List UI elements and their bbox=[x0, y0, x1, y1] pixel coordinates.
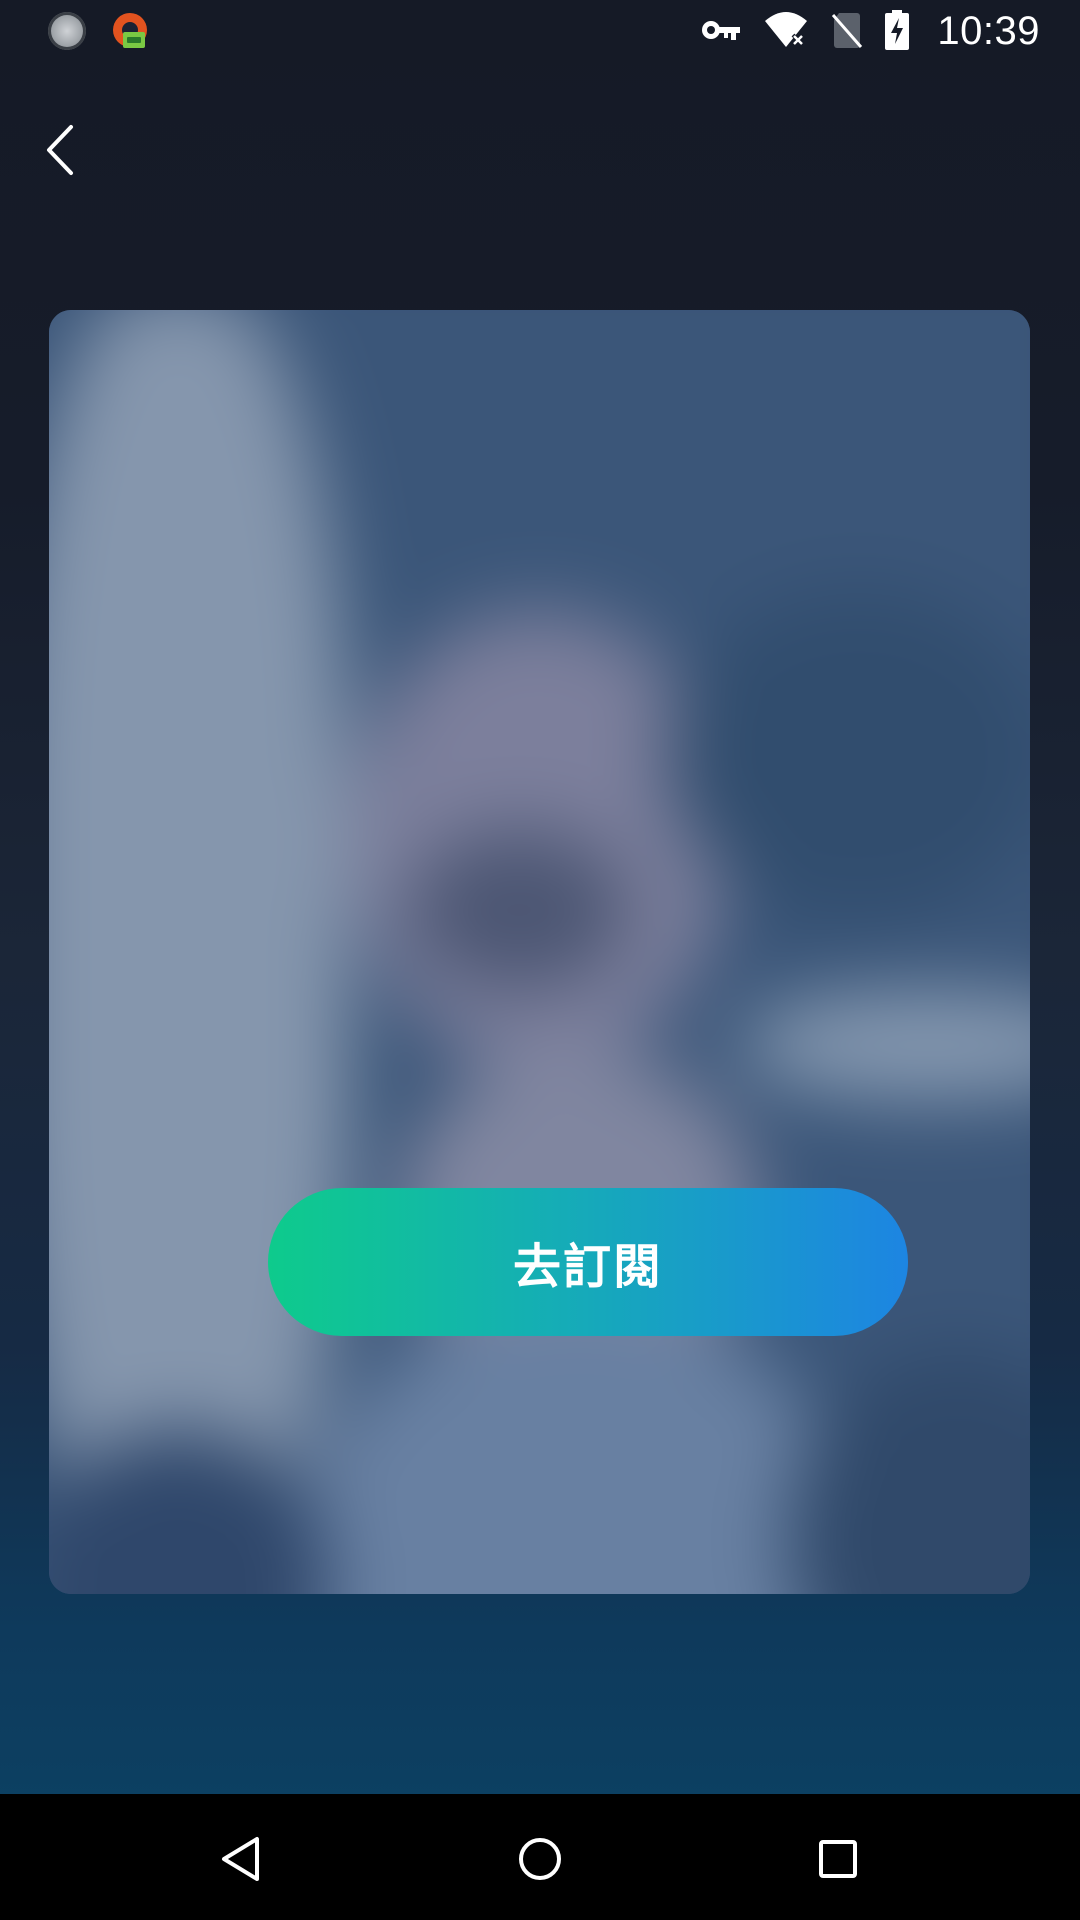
nav-recents-button[interactable] bbox=[803, 1824, 873, 1894]
recents-square-icon bbox=[819, 1840, 857, 1878]
status-icons: 10:39 bbox=[701, 0, 1040, 63]
nav-home-button[interactable] bbox=[505, 1824, 575, 1894]
home-circle-icon bbox=[519, 1838, 561, 1880]
navigation-bar bbox=[0, 1794, 1080, 1920]
locked-preview-card: 去訂閱 bbox=[49, 310, 1030, 1594]
back-button[interactable] bbox=[30, 110, 90, 190]
nav-back-button[interactable] bbox=[206, 1824, 276, 1894]
vpn-app-icon bbox=[108, 10, 152, 54]
back-triangle-icon bbox=[222, 1837, 259, 1881]
vpn-key-icon bbox=[701, 18, 741, 46]
app-screen: 10:39 去訂閱 bbox=[0, 0, 1080, 1920]
status-time: 10:39 bbox=[937, 9, 1040, 53]
subscribe-button[interactable]: 去訂閱 bbox=[268, 1188, 908, 1336]
blurred-preview-image bbox=[49, 310, 1030, 1594]
sync-app-icon bbox=[48, 12, 86, 50]
battery-charging-icon bbox=[885, 9, 910, 54]
status-bar: 10:39 bbox=[0, 0, 1080, 63]
chevron-left-icon bbox=[47, 125, 73, 175]
wifi-icon bbox=[763, 11, 809, 53]
no-sim-icon bbox=[831, 11, 863, 53]
